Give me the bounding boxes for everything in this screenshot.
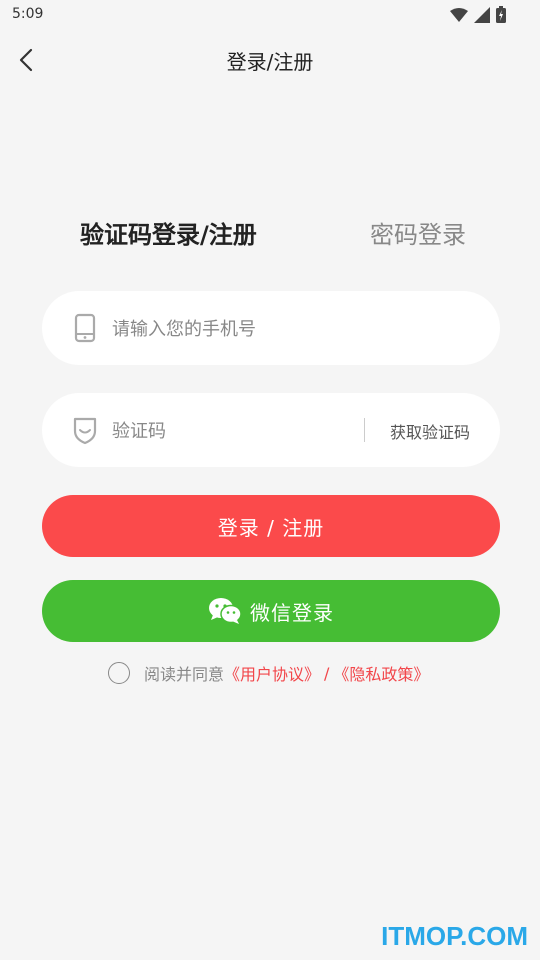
status-time: 5:09 [12, 6, 44, 22]
privacy-policy-link[interactable]: 《隐私政策》 [333, 661, 429, 685]
shield-icon [72, 415, 98, 445]
agreement-checkbox[interactable] [108, 662, 130, 684]
login-button-label: 登录 / 注册 [217, 515, 325, 540]
status-icons [450, 6, 506, 27]
watermark: ITMOP.COM [381, 921, 528, 951]
agreement: 阅读并同意 《用户协议》 / 《隐私政策》 [108, 661, 429, 685]
status-bar: 5:09 [0, 0, 540, 30]
agreement-prefix: 阅读并同意 [144, 665, 225, 684]
page-title: 登录/注册 [226, 50, 314, 74]
phone-field [42, 291, 500, 365]
tab-password-login[interactable]: 密码登录 [370, 215, 466, 250]
phone-icon [72, 313, 98, 343]
tab-code-login[interactable]: 验证码登录/注册 [80, 215, 257, 250]
signal-icon [474, 6, 490, 27]
login-tabs: 验证码登录/注册 密码登录 [0, 215, 540, 255]
user-agreement-link[interactable]: 《用户协议》 [224, 661, 320, 685]
divider [364, 418, 365, 442]
code-field: 获取验证码 [42, 393, 500, 467]
get-code-button[interactable]: 获取验证码 [390, 419, 470, 443]
wechat-login-button[interactable]: 微信登录 [42, 580, 500, 642]
wechat-icon [208, 597, 242, 625]
login-button[interactable]: 登录 / 注册 [42, 495, 500, 557]
header: 登录/注册 [0, 38, 540, 82]
wechat-button-label: 微信登录 [250, 600, 334, 625]
agreement-separator: / [324, 663, 330, 683]
battery-icon [496, 6, 506, 27]
phone-input[interactable] [110, 311, 374, 347]
wifi-icon [450, 7, 468, 26]
code-input[interactable] [110, 413, 374, 449]
